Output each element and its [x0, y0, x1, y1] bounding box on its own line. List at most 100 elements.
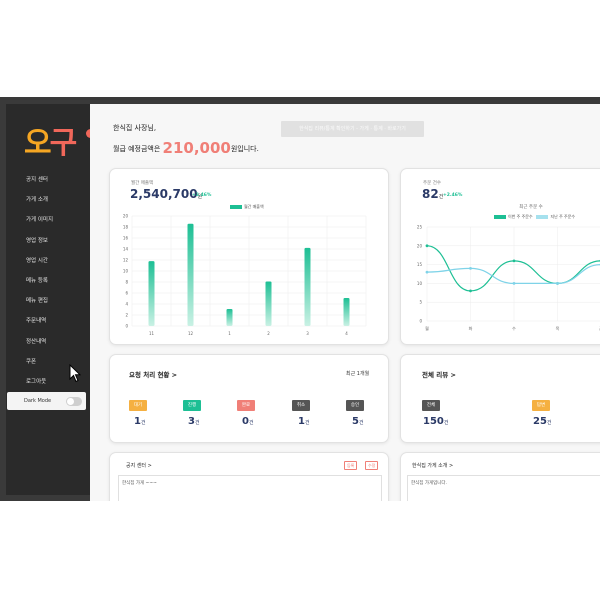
sidebar-item-menu-register[interactable]: 메뉴 등록 — [6, 271, 90, 291]
badge-cancelled[interactable]: 취소 — [292, 400, 310, 411]
dark-mode-label: Dark Mode — [24, 398, 52, 404]
line-xtick-label: 월 — [425, 325, 429, 331]
bar — [265, 281, 272, 326]
bar-xtick-label: 1 — [228, 331, 231, 336]
bar-ytick-label: 4 — [125, 302, 128, 307]
bar — [226, 308, 233, 326]
bar-xtick-label: 2 — [267, 331, 270, 336]
badge-done[interactable]: 완료 — [237, 400, 255, 411]
requests-period[interactable]: 최근 1개월 — [346, 370, 369, 377]
count-all-reviews-unit: 건 — [443, 420, 449, 426]
count-all-reviews: 150건 — [423, 416, 448, 427]
count-replied-unit: 건 — [546, 420, 552, 426]
count-approved-unit: 건 — [358, 420, 364, 426]
orders-line-chart: 0510152025월화수목금 — [417, 225, 600, 331]
requests-title[interactable]: 요청 처리 현황 > — [129, 369, 177, 379]
count-all-reviews-value: 150 — [423, 416, 444, 427]
line-xtick-label: 목 — [556, 326, 560, 331]
sidebar-item-business-hours[interactable]: 영업 시간 — [6, 251, 90, 271]
expected-amount: 210,000 — [162, 139, 231, 157]
reviews-title[interactable]: 전체 리뷰 > — [422, 369, 456, 379]
notice-edit-button[interactable]: 수정 — [365, 461, 379, 470]
orders-card: 주문 건수 82건 +2.46% 최근 주문 수 이번 주 주문수 지난 주 주… — [400, 168, 600, 345]
line-ytick-label: 25 — [417, 225, 423, 230]
dark-mode-toggle[interactable] — [66, 397, 82, 406]
expected-prefix: 월급 예정금액은 — [113, 145, 163, 153]
sidebar-item-settlements[interactable]: 정산내역 — [6, 332, 90, 352]
top-banner-button[interactable]: 한식집 리뷰/통계 확인하기 - 가게 · 통계 · 바로가기 — [281, 121, 424, 137]
badge-all-reviews[interactable]: 전체 — [422, 400, 440, 411]
bar-ytick-label: 18 — [123, 225, 129, 230]
main-content: 한식집 사장님, 월급 예정금액은 210,000원입니다. 한식집 리뷰/통계… — [90, 104, 600, 501]
sidebar: 오구 공지 센터 가게 소개 가게 이미지 영업 정보 영업 시간 메뉴 등록 … — [6, 104, 90, 495]
badge-waiting[interactable]: 대기 — [129, 400, 147, 411]
series-point-2 — [469, 266, 472, 270]
logo-text-1: 오 — [24, 126, 52, 161]
count-cancelled-value: 1 — [298, 416, 305, 427]
count-done-value: 0 — [242, 416, 249, 427]
notice-card: 공지 센터 > 등록 수정 한식집 가게 ~~~ — [109, 452, 389, 501]
count-in-progress-unit: 건 — [194, 420, 200, 426]
sidebar-item-store-intro[interactable]: 가게 소개 — [6, 190, 90, 210]
sidebar-nav: 공지 센터 가게 소개 가게 이미지 영업 정보 영업 시간 메뉴 등록 메뉴 … — [6, 170, 90, 392]
bar-ytick-label: 10 — [123, 269, 129, 274]
bar-ytick-label: 14 — [123, 247, 129, 252]
count-replied: 25건 — [533, 416, 552, 427]
app-window: 오구 공지 센터 가게 소개 가게 이미지 영업 정보 영업 시간 메뉴 등록 … — [0, 97, 600, 501]
line-ytick-label: 5 — [419, 300, 422, 305]
series-point-2 — [512, 282, 516, 285]
count-replied-value: 25 — [533, 416, 547, 427]
bar-ytick-label: 12 — [123, 258, 129, 263]
badge-in-progress[interactable]: 진행 — [183, 400, 201, 411]
line-xtick-label: 화 — [469, 325, 473, 331]
expected-suffix: 원입니다. — [230, 145, 259, 153]
bar-ytick-label: 0 — [125, 324, 128, 329]
line-ytick-label: 10 — [417, 281, 423, 286]
count-approved-value: 5 — [352, 416, 359, 427]
notice-register-button[interactable]: 등록 — [344, 461, 358, 470]
count-waiting: 1건 — [134, 416, 146, 427]
greeting: 한식집 사장님, — [113, 124, 157, 132]
count-in-progress: 3건 — [188, 416, 200, 427]
bar — [148, 261, 155, 326]
count-cancelled-unit: 건 — [304, 420, 310, 426]
bar — [187, 223, 194, 326]
series-point-1 — [469, 289, 472, 293]
reviews-card: 전체 리뷰 > 전체 150건 답변 25건 — [400, 354, 600, 443]
bar-xtick-label: 4 — [345, 331, 348, 336]
count-approved: 5건 — [352, 416, 364, 427]
sidebar-item-business-info[interactable]: 영업 정보 — [6, 231, 90, 251]
badge-approved[interactable]: 승인 — [346, 400, 364, 411]
series-point-1 — [512, 259, 516, 263]
sidebar-item-notice[interactable]: 공지 센터 — [6, 170, 90, 190]
line-ytick-label: 15 — [417, 262, 423, 267]
store-intro-textbox[interactable]: 한식집 가게입니다. — [407, 475, 600, 501]
badge-replied[interactable]: 답변 — [532, 400, 550, 411]
bar — [343, 297, 350, 326]
bar-ytick-label: 16 — [123, 236, 129, 241]
notice-title[interactable]: 공지 센터 > — [126, 462, 152, 469]
line-ytick-label: 20 — [417, 243, 423, 248]
store-intro-title[interactable]: 한식집 가게 소개 > — [412, 462, 453, 469]
store-intro-text: 한식집 가게입니다. — [411, 481, 447, 486]
count-waiting-value: 1 — [134, 416, 141, 427]
notice-textbox[interactable]: 한식집 가게 ~~~ — [118, 475, 382, 501]
sales-card: 월간 매출액 2,540,700원 +2.46% 월간 매출액 0 2 4 6 8 10 1… — [109, 168, 389, 345]
sales-bar-chart: 0246810121416182011 12 1 2 3 4 — [123, 214, 367, 336]
line-xtick-label: 수 — [512, 325, 516, 331]
app-logo[interactable]: 오구 — [24, 118, 77, 162]
dark-mode-row[interactable]: Dark Mode — [7, 392, 86, 410]
count-done: 0건 — [242, 416, 254, 427]
line-ytick-label: 0 — [419, 319, 422, 324]
bar-ytick-label: 8 — [125, 280, 128, 285]
series-point-2 — [556, 282, 559, 285]
count-in-progress-value: 3 — [188, 416, 195, 427]
count-cancelled: 1건 — [298, 416, 310, 427]
requests-card: 요청 처리 현황 > 최근 1개월 대기 1건 진행 3건 완료 0건 취소 1… — [109, 354, 389, 443]
bar-ytick-label: 6 — [125, 291, 128, 296]
sidebar-item-orders[interactable]: 주문내역 — [6, 311, 90, 331]
bar-xtick-label: 3 — [306, 331, 309, 336]
bar — [304, 247, 311, 326]
sidebar-item-menu-edit[interactable]: 메뉴 편집 — [6, 291, 90, 311]
sidebar-item-store-images[interactable]: 가게 이미지 — [6, 210, 90, 230]
